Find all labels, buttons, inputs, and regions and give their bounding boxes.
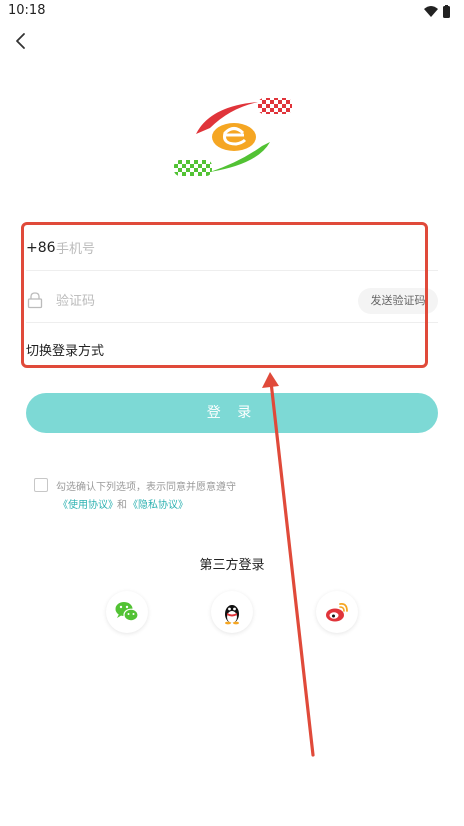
login-button[interactable]: 登 录 xyxy=(26,393,438,433)
annotation-highlight-box xyxy=(21,222,428,368)
weibo-icon xyxy=(326,602,348,622)
agreement-text: 勾选确认下列选项，表示同意并愿意遵守 xyxy=(56,482,236,493)
third-party-title: 第三方登录 xyxy=(199,558,265,573)
wifi-battery-icon xyxy=(424,5,450,18)
terms-link[interactable]: 《使用协议》 xyxy=(58,496,118,511)
back-arrow-icon[interactable] xyxy=(12,30,32,52)
wechat-icon xyxy=(115,602,139,622)
agreement-and: 和 xyxy=(117,500,127,511)
status-bar: 10:18 xyxy=(0,0,464,24)
agreement-checkbox[interactable] xyxy=(34,478,48,492)
app-logo xyxy=(174,98,292,176)
weibo-login-button[interactable] xyxy=(316,591,358,633)
wechat-login-button[interactable] xyxy=(106,591,148,633)
qq-login-button[interactable] xyxy=(211,591,253,633)
status-time: 10:18 xyxy=(8,3,46,18)
privacy-link[interactable]: 《隐私协议》 xyxy=(128,496,188,511)
qq-icon xyxy=(225,605,239,625)
